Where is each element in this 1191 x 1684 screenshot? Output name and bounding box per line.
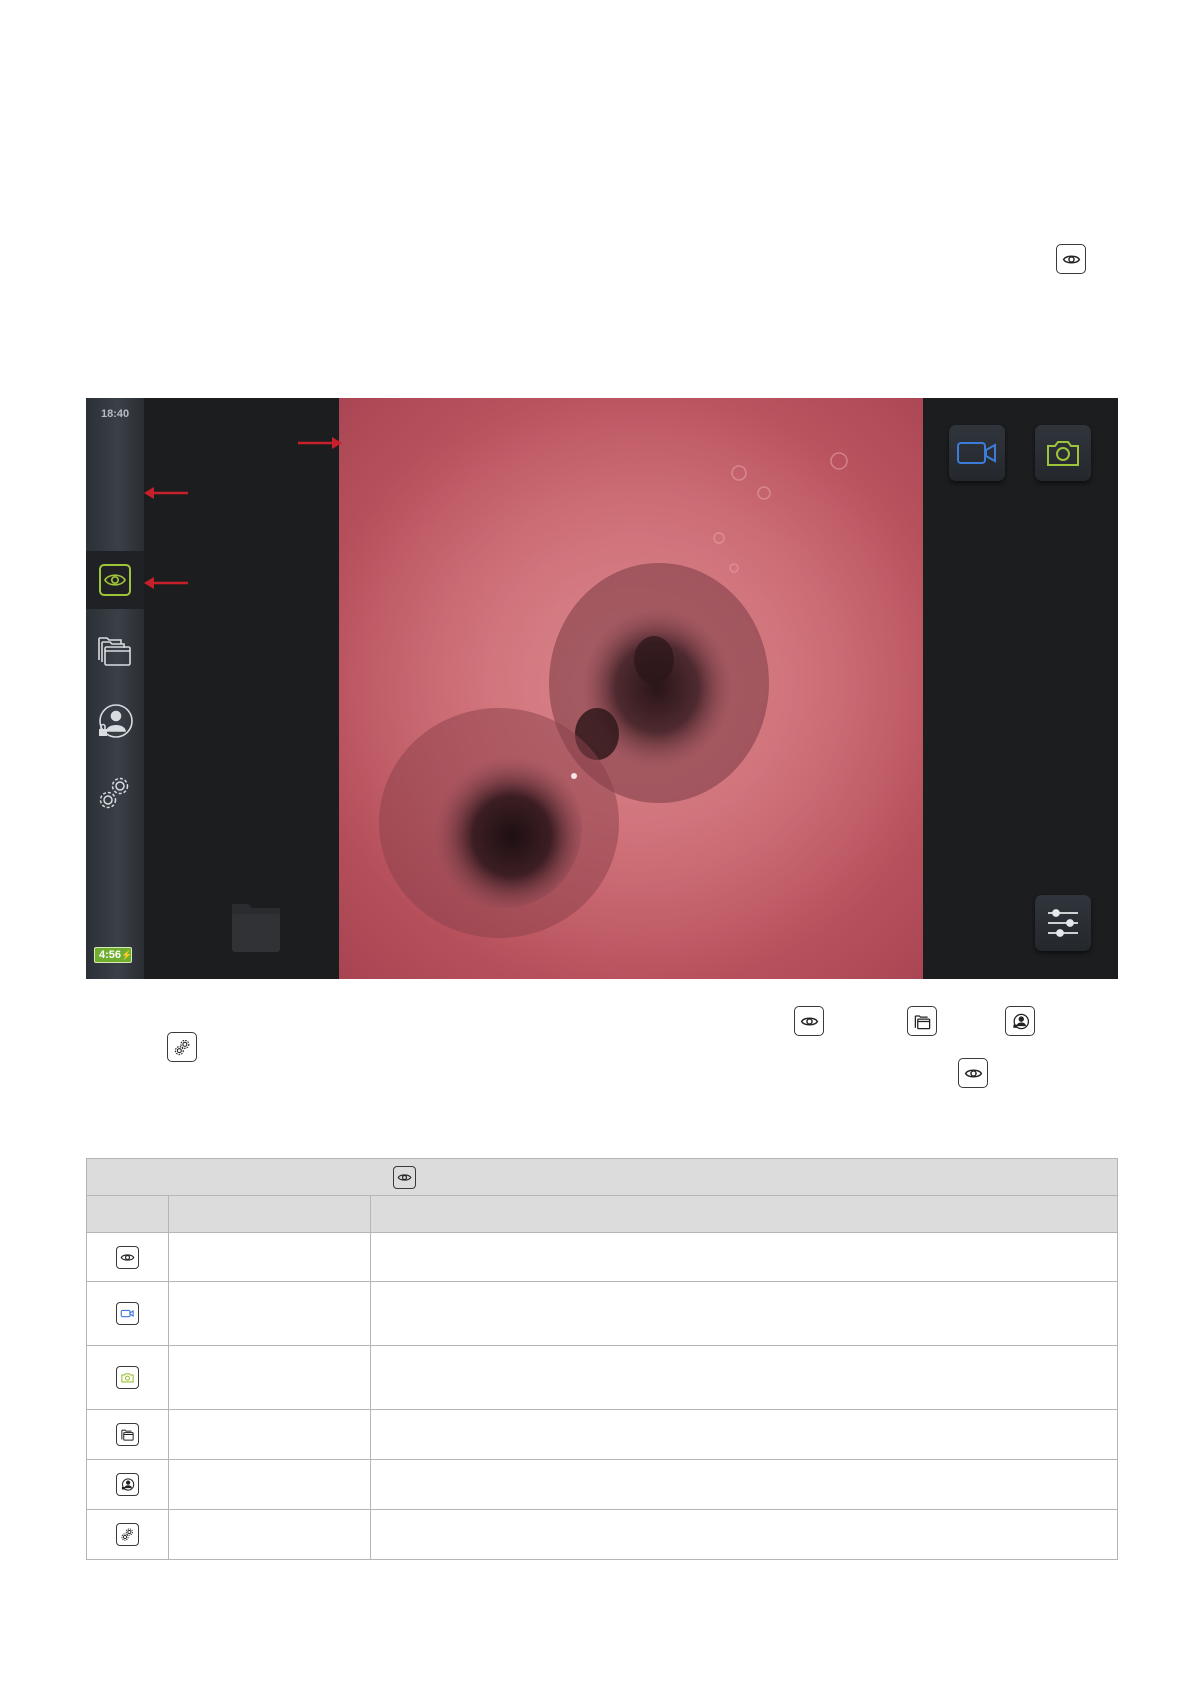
endoscope-video-feed	[339, 398, 923, 979]
table-row	[86, 1509, 1118, 1560]
capture-image-icon	[1047, 441, 1079, 466]
folders-icon	[907, 1006, 937, 1036]
table-row	[86, 1281, 1118, 1346]
column-header	[168, 1195, 371, 1233]
table-header-row	[86, 1195, 1118, 1233]
battery-indicator: 4:56⚡	[94, 947, 132, 963]
adjust-settings-button[interactable]	[1035, 895, 1091, 951]
folders-icon[interactable]	[96, 630, 134, 668]
callout-arrow	[298, 437, 342, 449]
folders-icon	[116, 1423, 139, 1446]
folder-icon[interactable]	[230, 898, 282, 952]
gears-icon	[116, 1523, 139, 1546]
user-lock-icon[interactable]	[96, 702, 134, 740]
adjust-sliders-icon	[1048, 909, 1078, 937]
callout-arrow	[144, 487, 188, 499]
table-title-row	[86, 1158, 1118, 1196]
nav-rail: 18:40 4:56⚡	[86, 398, 144, 979]
column-header	[86, 1195, 169, 1233]
right-panel	[923, 398, 1118, 979]
column-header	[370, 1195, 1118, 1233]
gears-icon	[167, 1032, 197, 1062]
live-view-screenshot: 18:40 4:56⚡	[86, 398, 1118, 979]
user-lock-icon	[116, 1473, 139, 1496]
callout-arrow	[144, 577, 188, 589]
clock: 18:40	[101, 408, 130, 420]
record-video-button[interactable]	[949, 425, 1005, 481]
eye-icon	[794, 1006, 824, 1036]
eye-icon[interactable]	[99, 564, 131, 596]
eye-icon	[116, 1245, 139, 1269]
record-video-icon	[957, 442, 996, 464]
table-row	[86, 1345, 1118, 1410]
table-row	[86, 1459, 1118, 1510]
battery-time: 4:56	[99, 949, 122, 961]
eye-icon	[1056, 244, 1086, 274]
eye-icon	[393, 1166, 416, 1189]
capture-image-button[interactable]	[1035, 425, 1091, 481]
table-row	[86, 1232, 1118, 1282]
eye-icon	[958, 1058, 988, 1088]
capture-image-icon	[116, 1366, 139, 1389]
gears-icon[interactable]	[96, 774, 134, 812]
table-row	[86, 1409, 1118, 1460]
live-view-icons-table	[86, 1158, 1118, 1560]
user-lock-icon	[1005, 1006, 1035, 1036]
record-video-icon	[116, 1302, 139, 1325]
